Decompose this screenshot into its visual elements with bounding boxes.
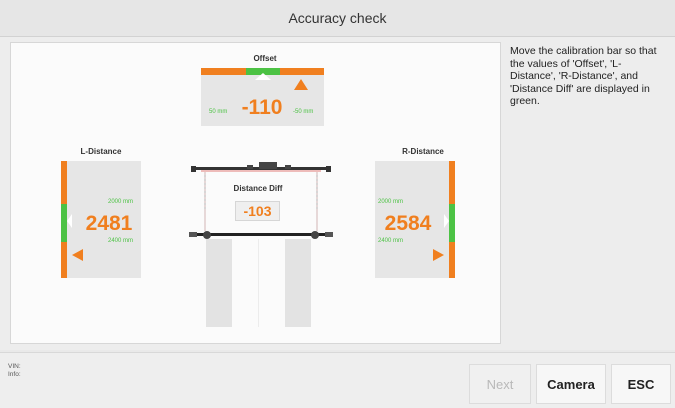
l-distance-pointer-icon [72, 249, 83, 261]
distance-diff-label: Distance Diff [233, 184, 283, 193]
vin-label: VIN: [8, 363, 21, 370]
l-distance-bar-top [61, 161, 67, 204]
title-bar: Accuracy check [0, 0, 675, 37]
l-distance-bar-bottom [61, 242, 67, 278]
offset-right-limit: -50 mm [293, 109, 314, 115]
window-title: Accuracy check [288, 10, 387, 26]
offset-left-limit: 50 mm [209, 109, 228, 115]
offset-bar-right [280, 68, 324, 75]
l-distance-label: L-Distance [80, 147, 122, 156]
r-distance-label: R-Distance [402, 147, 444, 156]
offset-notch [255, 73, 271, 80]
lane-left [206, 239, 232, 327]
offset-gauge: 50 mm -110 -50 mm [201, 68, 324, 126]
l-distance-value: 2481 [85, 212, 133, 235]
offset-bar-left [201, 68, 246, 75]
next-button[interactable]: Next [469, 364, 531, 404]
l-distance-notch [67, 214, 72, 228]
instruction-text: Move the calibration bar so that the val… [510, 45, 657, 107]
offset-pointer-icon [294, 79, 308, 90]
esc-button[interactable]: ESC [611, 364, 671, 404]
r-distance-notch [444, 214, 449, 228]
work-area: Offset 50 mm -110 -50 mm L-Distance 2000… [0, 37, 675, 350]
offset-value: -110 [241, 96, 283, 119]
r-distance-lower-limit: 2400 mm [378, 238, 404, 244]
r-distance-value: 2584 [384, 212, 432, 235]
l-distance-upper-limit: 2000 mm [108, 199, 134, 205]
r-distance-upper-limit: 2000 mm [378, 199, 404, 205]
r-distance-gauge: 2000 mm 2584 2400 mm [375, 161, 455, 278]
lane-right [285, 239, 311, 327]
camera-button[interactable]: Camera [536, 364, 606, 404]
distance-diff-value: -103 [235, 201, 280, 221]
r-distance-bar-center [449, 204, 455, 242]
calibration-frame-illustration [189, 162, 333, 239]
info-label: Info: [8, 371, 21, 378]
calibration-panel: Offset 50 mm -110 -50 mm L-Distance 2000… [10, 42, 501, 344]
offset-label: Offset [253, 54, 277, 63]
l-distance-lower-limit: 2400 mm [108, 238, 134, 244]
vehicle-info: VIN: Info: [8, 363, 21, 379]
r-distance-bar-bottom [449, 242, 455, 278]
r-distance-pointer-icon [433, 249, 444, 261]
r-distance-bar-top [449, 161, 455, 204]
l-distance-gauge: 2000 mm 2481 2400 mm [61, 161, 141, 278]
footer-bar: VIN: Info: Next Camera ESC [0, 352, 675, 408]
lane-center-line [258, 239, 259, 327]
